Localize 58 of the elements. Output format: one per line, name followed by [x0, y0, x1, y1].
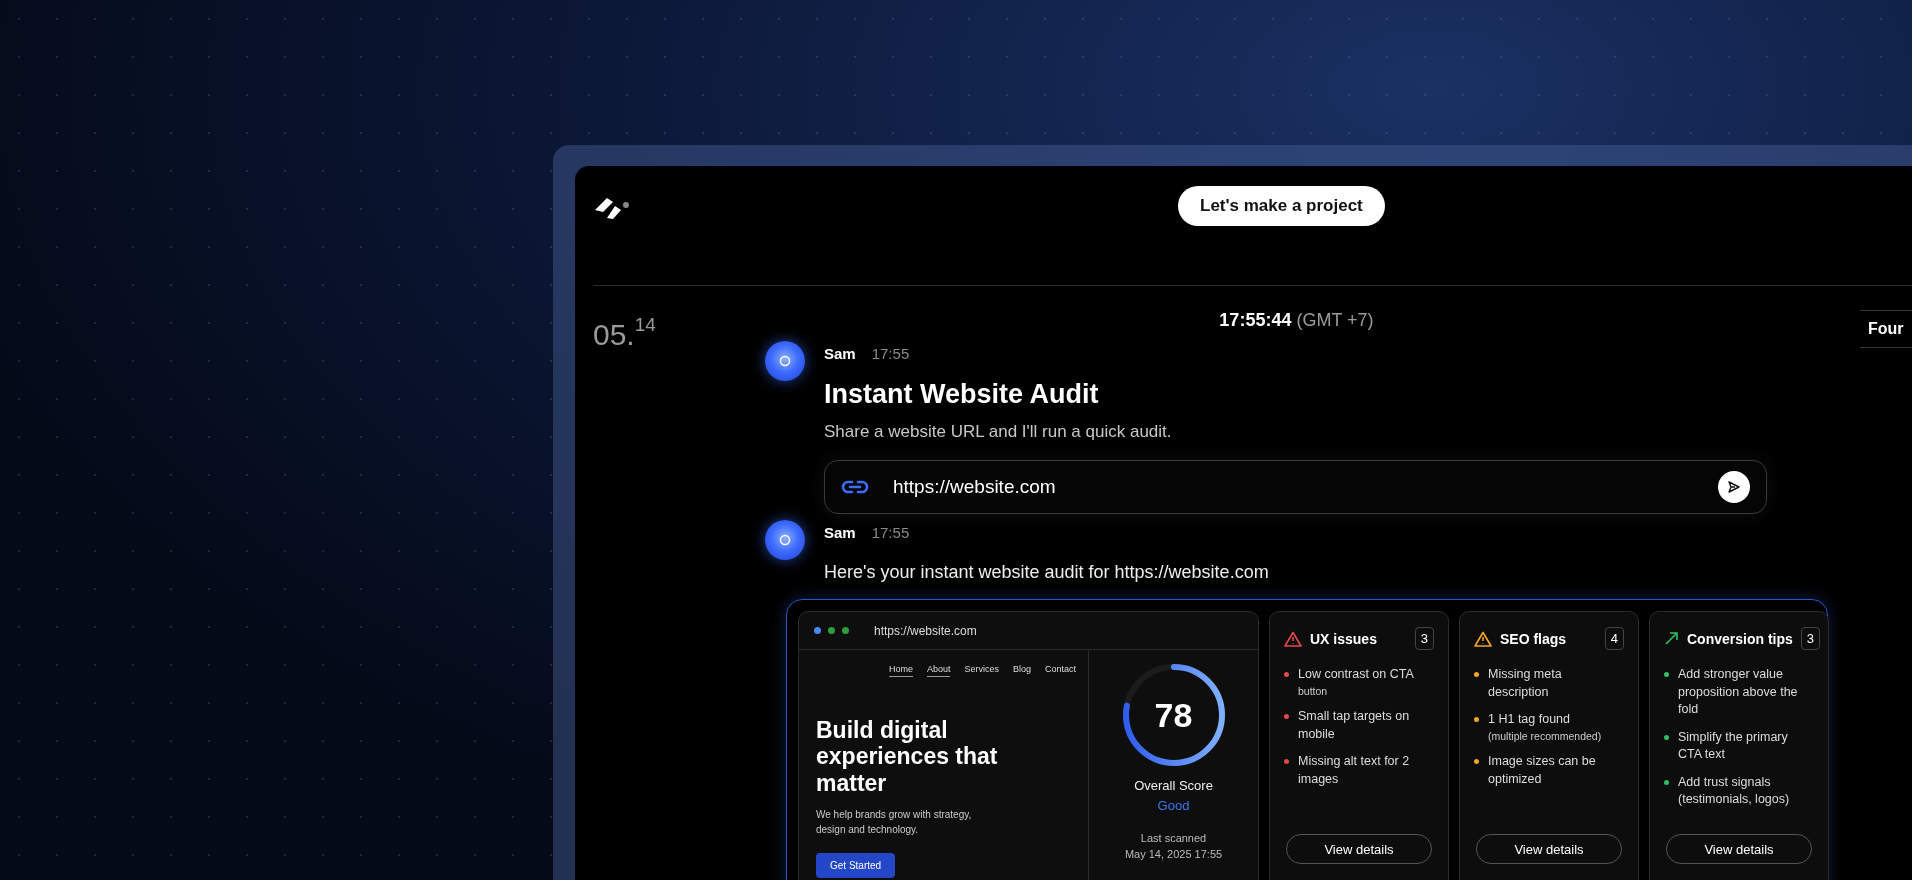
finding-text: Missing alt text for 2 images: [1298, 753, 1411, 788]
count-badge: 4: [1604, 627, 1624, 650]
bullet-dot: [1664, 779, 1669, 785]
warning-icon: [1474, 630, 1492, 647]
date-text: 05.$^{14}$: [593, 318, 657, 352]
bullet-dot: [1474, 717, 1479, 722]
finding-text: 1 H1 tag found (multiple recommended): [1488, 711, 1602, 744]
card-title: SEO flags: [1500, 630, 1568, 647]
score-rating: Good: [1157, 798, 1190, 813]
avatar: [765, 341, 805, 381]
send-icon: [1727, 480, 1741, 494]
get-started-button[interactable]: Get Started: [816, 853, 896, 879]
hero-text: We help brands grow with strategy, design and technology.: [816, 808, 973, 837]
bullet-dot: [1664, 672, 1669, 677]
score-label: Overall Score: [1134, 778, 1213, 793]
author-name: Sam: [824, 345, 856, 362]
score-value: 78: [1153, 694, 1194, 736]
message-time: 17:55: [871, 524, 910, 541]
nav-link[interactable]: Blog: [1012, 664, 1031, 677]
finding-text: Low contrast on CTA button: [1298, 666, 1414, 699]
url-input-field[interactable]: https://website.com: [891, 475, 1696, 499]
project-button[interactable]: Let's make a project: [1178, 186, 1385, 226]
bullet-dot: [1284, 714, 1289, 720]
finding-text: Missing meta description: [1488, 666, 1563, 701]
finding-text: Small tap targets on mobile: [1298, 708, 1411, 743]
side-tab[interactable]: Four: [1860, 310, 1912, 348]
card-title: UX issues: [1310, 630, 1378, 647]
finding-text: Add stronger value proposition above the fold: [1678, 666, 1799, 718]
bullet-dot: [1474, 672, 1479, 677]
preview-url: https://website.com: [874, 623, 977, 638]
card-title: Conversion tips: [1687, 630, 1793, 647]
bullet-dot: [1284, 672, 1289, 677]
nav-link[interactable]: About: [926, 664, 951, 677]
message-text: Here's your instant website audit for https://website.com: [824, 562, 1270, 583]
message-text: Share a website URL and I'll run a quick audit.: [824, 422, 1173, 442]
author-name: Sam: [824, 524, 856, 541]
bullet-dot: [1284, 759, 1289, 765]
warning-icon: [1284, 630, 1302, 647]
link-icon: [841, 479, 869, 495]
message-title: Instant Website Audit: [824, 379, 1100, 410]
nav-link[interactable]: Services: [964, 664, 999, 677]
finding-text: Add trust signals (testimonials, logos): [1678, 773, 1791, 808]
count-badge: 3: [1414, 627, 1434, 650]
bullet-dot: [1664, 734, 1669, 740]
clock-text: 17:55:44 (GMT +7): [1219, 310, 1374, 331]
send-button[interactable]: [1718, 471, 1750, 503]
arrow-up-right-icon: [1664, 631, 1679, 646]
nav-link[interactable]: Contact: [1044, 664, 1076, 677]
url-input-bar[interactable]: https://website.com: [824, 460, 1767, 514]
count-badge: 3: [1800, 627, 1821, 650]
message-time: 17:55: [871, 345, 910, 362]
bullet-dot: [1474, 759, 1479, 765]
avatar: [765, 520, 805, 560]
nav-link[interactable]: Home: [888, 664, 913, 677]
finding-text: Image sizes can be optimized: [1488, 753, 1597, 788]
hero-title: Build digital experiences that matter: [816, 717, 999, 797]
last-scanned-text: Last scanned May 14, 2025 17:55: [1124, 831, 1223, 862]
finding-text: Simplify the primary CTA text: [1678, 728, 1789, 763]
